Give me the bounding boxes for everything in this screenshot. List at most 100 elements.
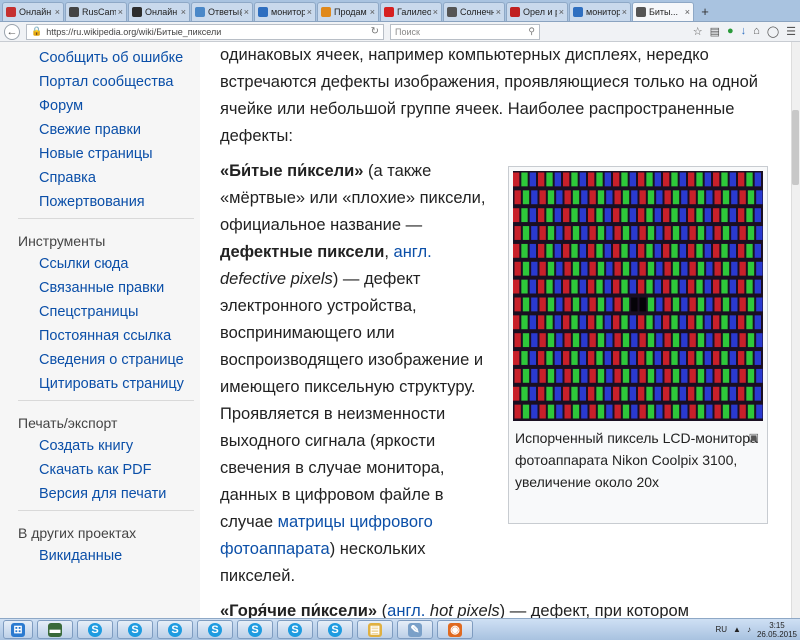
clock[interactable]: 3:15 26.05.2015 xyxy=(757,621,797,639)
search-input[interactable]: Поиск ⚲ xyxy=(390,23,540,40)
sidebar-link[interactable]: Скачать как PDF xyxy=(18,462,200,479)
sidebar-heading[interactable]: Инструменты xyxy=(18,233,200,250)
download-icon[interactable]: ↓ xyxy=(741,25,747,38)
tab-5[interactable]: монитор...× xyxy=(254,2,316,21)
taskbar-app[interactable]: S xyxy=(77,620,113,639)
scrollbar-thumb[interactable] xyxy=(792,110,799,185)
tab-label: Орел и р... xyxy=(523,7,557,17)
subpixel xyxy=(754,243,761,258)
taskbar-app[interactable]: ▤ xyxy=(357,620,393,639)
taskbar-app[interactable]: S xyxy=(197,620,233,639)
close-tab-icon[interactable]: × xyxy=(559,7,564,17)
language-indicator[interactable]: RU xyxy=(715,625,727,634)
tab-7[interactable]: Галилео...× xyxy=(380,2,442,21)
new-tab-button[interactable]: + xyxy=(697,4,713,21)
volume-icon[interactable]: ♪ xyxy=(747,625,751,634)
close-tab-icon[interactable]: × xyxy=(433,7,438,17)
clock-time: 3:15 xyxy=(769,620,785,630)
tab-10[interactable]: монитор...× xyxy=(569,2,631,21)
close-tab-icon[interactable]: × xyxy=(307,7,312,17)
address-bar[interactable]: 🔒 https://ru.wikipedia.org/wiki/Битые_пи… xyxy=(26,23,384,40)
subpixel xyxy=(688,208,695,223)
sidebar-heading[interactable]: Печать/экспорт xyxy=(18,415,200,432)
sidebar-link[interactable]: Форум xyxy=(18,98,200,115)
sidebar-link[interactable]: Ссылки сюда xyxy=(18,256,200,273)
close-tab-icon[interactable]: × xyxy=(622,7,627,17)
enlarge-icon[interactable]: ▣ xyxy=(749,427,759,449)
taskbar-app[interactable]: ◉ xyxy=(437,620,473,639)
shield-icon[interactable]: ◯ xyxy=(767,25,779,38)
bookmarks-menu-icon[interactable]: ▤ xyxy=(710,25,720,38)
start-button[interactable]: ⊞ xyxy=(3,620,33,639)
sidebar-link[interactable]: Версия для печати xyxy=(18,486,200,503)
network-icon[interactable]: ▲ xyxy=(733,625,741,634)
dead-pixel-image[interactable] xyxy=(513,171,763,421)
tab-3[interactable]: Онлайн ...× xyxy=(128,2,190,21)
close-tab-icon[interactable]: × xyxy=(685,7,690,17)
tab-1[interactable]: Онлайн ...× xyxy=(2,2,64,21)
sidebar-link[interactable]: Портал сообщества xyxy=(18,74,200,91)
sidebar-link[interactable]: Свежие правки xyxy=(18,122,200,139)
skype-icon: S xyxy=(288,622,302,637)
home-icon[interactable]: ⌂ xyxy=(753,25,760,38)
tab-11[interactable]: Биты... × xyxy=(632,2,694,21)
lang-link-eng-2[interactable]: англ. xyxy=(387,602,425,618)
close-tab-icon[interactable]: × xyxy=(118,7,123,17)
subpixel xyxy=(521,315,528,330)
tab-2[interactable]: RusCams - M...× xyxy=(65,2,127,21)
sidebar-link[interactable]: Создать книгу xyxy=(18,438,200,455)
taskbar-app[interactable]: S xyxy=(237,620,273,639)
subpixel xyxy=(596,279,603,294)
subpixel xyxy=(539,190,546,205)
subpixel xyxy=(556,368,563,383)
subpixel xyxy=(731,190,738,205)
sidebar-heading[interactable]: В других проектах xyxy=(18,525,200,542)
tab-8[interactable]: Солнечн...× xyxy=(443,2,505,21)
taskbar-app[interactable]: S xyxy=(157,620,193,639)
subpixel xyxy=(746,243,753,258)
sidebar-link[interactable]: Справка xyxy=(18,170,200,187)
sidebar-link[interactable]: Пожертвования xyxy=(18,194,200,211)
subpixel xyxy=(521,172,528,187)
taskbar-app[interactable]: S xyxy=(117,620,153,639)
subpixel xyxy=(714,404,721,419)
sidebar-link[interactable]: Сведения о странице xyxy=(18,352,200,369)
close-tab-icon[interactable]: × xyxy=(244,7,249,17)
scrollbar[interactable] xyxy=(791,42,800,618)
subpixel xyxy=(739,333,746,348)
close-tab-icon[interactable]: × xyxy=(370,7,375,17)
sidebar-link[interactable]: Цитировать страницу xyxy=(18,376,200,393)
sync-icon[interactable]: ● xyxy=(727,25,734,38)
taskbar-app[interactable]: S xyxy=(317,620,353,639)
taskbar-app[interactable]: ▬ xyxy=(37,620,73,639)
tab-label: Биты... xyxy=(649,7,679,17)
subpixel xyxy=(522,368,530,383)
tab-6[interactable]: Продам ...× xyxy=(317,2,379,21)
lang-link-eng[interactable]: англ. xyxy=(394,243,432,261)
tab-9[interactable]: Орел и р...× xyxy=(506,2,568,21)
sidebar-link[interactable]: Связанные правки xyxy=(18,280,200,297)
sidebar-link[interactable]: Спецстраницы xyxy=(18,304,200,321)
sidebar-link[interactable]: Сообщить об ошибке xyxy=(18,50,200,67)
subpixel xyxy=(638,315,645,330)
subpixel xyxy=(696,172,703,187)
sidebar-link[interactable]: Новые страницы xyxy=(18,146,200,163)
sidebar-link[interactable]: Постоянная ссылка xyxy=(18,328,200,345)
subpixel xyxy=(739,190,746,205)
search-icon[interactable]: ⚲ xyxy=(528,26,535,37)
tab-4[interactable]: Ответы@...× xyxy=(191,2,253,21)
subpixel xyxy=(588,243,595,258)
close-tab-icon[interactable]: × xyxy=(55,7,60,17)
reload-icon[interactable]: ↻ xyxy=(371,26,379,37)
subpixel xyxy=(754,279,761,294)
taskbar-app[interactable]: S xyxy=(277,620,313,639)
close-tab-icon[interactable]: × xyxy=(496,7,501,17)
subpixel xyxy=(579,315,586,330)
close-tab-icon[interactable]: × xyxy=(181,7,186,17)
back-button[interactable]: ← xyxy=(4,23,20,40)
sidebar-link[interactable]: Викиданные xyxy=(18,548,200,565)
subpixel xyxy=(622,368,630,383)
taskbar-app[interactable]: ✎ xyxy=(397,620,433,639)
menu-icon[interactable]: ☰ xyxy=(786,25,796,38)
bookmark-star-icon[interactable]: ☆ xyxy=(693,25,703,38)
